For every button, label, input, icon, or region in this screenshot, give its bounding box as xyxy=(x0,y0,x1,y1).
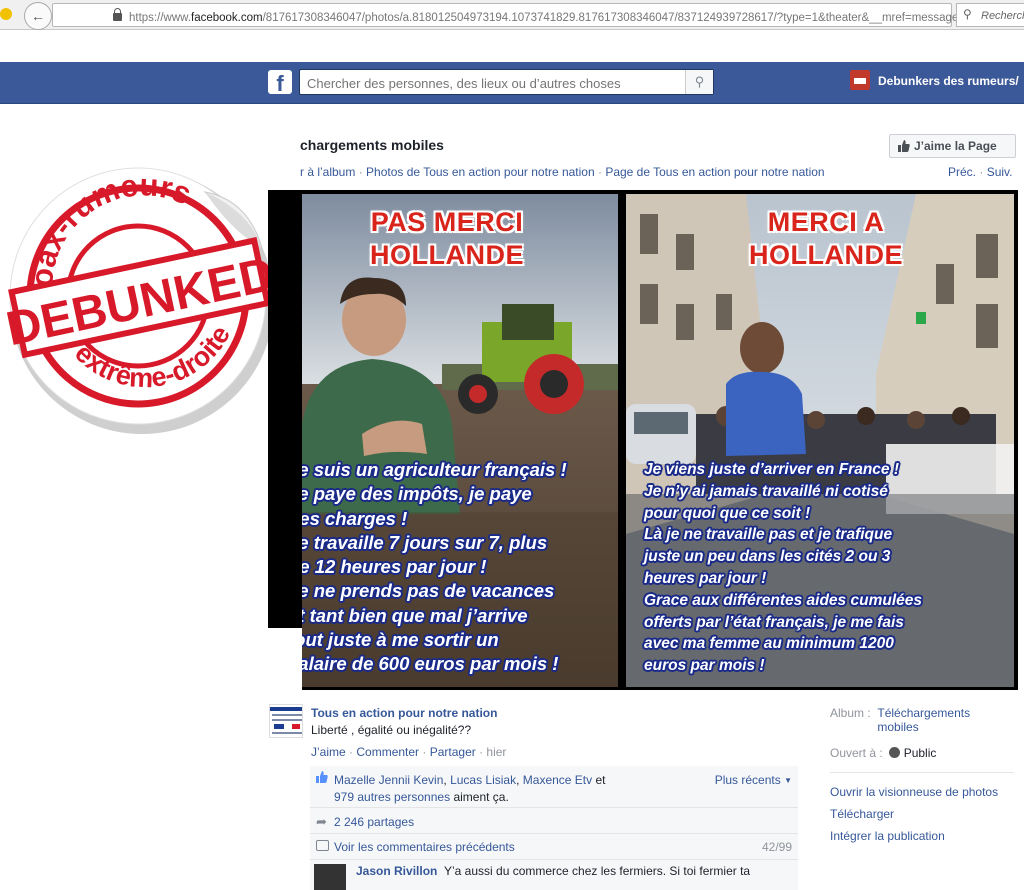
audience-selector[interactable]: Public xyxy=(904,746,937,760)
like-page-button[interactable]: J’aime la Page xyxy=(889,134,1016,158)
post-avatar[interactable] xyxy=(269,704,303,738)
address-bar[interactable]: https://www.facebook.com/817617308346047… xyxy=(52,3,997,27)
liker-link[interactable]: Maxence Etv xyxy=(523,773,592,787)
other-likers-link[interactable]: 979 autres personnes xyxy=(334,790,450,804)
right-meme-title: MERCI A HOLLANDE xyxy=(748,206,903,271)
previous-comments-row[interactable]: Voir les commentaires précédents 42/99 xyxy=(310,834,798,860)
album-row: Album : Téléchargements mobiles xyxy=(830,706,987,734)
post-author-link[interactable]: Tous en action pour notre nation xyxy=(311,706,497,720)
left-meme-text: Je suis un agriculteur français ! Je pay… xyxy=(302,459,567,675)
album-breadcrumb: r à l’album · Photos de Tous en action p… xyxy=(300,165,825,179)
shares-row[interactable]: ➦ 2 246 partages xyxy=(310,808,798,834)
debunked-sticker: Hoax-rumeurs d’extrême-droite DEBUNKED xyxy=(2,167,279,434)
post-actions: J’aime · Commenter · Partager · hier xyxy=(311,745,507,759)
photo-pager: Préc. · Suiv. xyxy=(948,165,1013,179)
feedback-box: Mazelle Jennii Kevin, Lucas Lisiak, Maxe… xyxy=(310,766,798,890)
page-logo-icon xyxy=(270,707,302,734)
embed-post-link[interactable]: Intégrer la publication xyxy=(830,829,945,843)
page-link[interactable]: Page de Tous en action pour notre nation xyxy=(605,165,824,179)
post-text: Liberté , égalité ou inégalité?? xyxy=(311,723,472,737)
facebook-search-input[interactable] xyxy=(307,76,687,91)
post-timestamp[interactable]: hier xyxy=(486,745,506,759)
browser-search-box[interactable]: ⚲ Recherch xyxy=(956,3,1024,27)
likes-summary: Mazelle Jennii Kevin, Lucas Lisiak, Maxe… xyxy=(334,773,606,804)
left-meme-title: PAS MERCI HOLLANDE xyxy=(369,206,524,271)
like-icon xyxy=(316,771,328,783)
photo-viewer[interactable]: PAS MERCI HOLLANDE Je suis un agriculteu… xyxy=(268,190,1018,690)
download-link[interactable]: Télécharger xyxy=(830,807,894,821)
search-button[interactable]: ⚲ xyxy=(685,70,713,94)
right-meme-text: Je viens juste d’arriver en France ! Je … xyxy=(644,461,922,675)
commenter-avatar[interactable] xyxy=(314,864,346,890)
thumbs-up-icon xyxy=(898,140,910,152)
lock-icon xyxy=(113,8,122,21)
next-photo-link[interactable]: Suiv. xyxy=(987,165,1013,179)
share-link[interactable]: Partager xyxy=(430,745,476,759)
back-button[interactable]: ← xyxy=(24,2,52,30)
comment-icon xyxy=(316,840,329,851)
sidebar-divider xyxy=(830,772,1014,773)
tab-favicon-icon xyxy=(0,8,12,20)
like-link[interactable]: J’aime xyxy=(311,745,346,759)
back-to-album-link[interactable]: r à l’album xyxy=(300,165,355,179)
open-photo-viewer-link[interactable]: Ouvrir la visionneuse de photos xyxy=(830,785,998,799)
comment-text: Y’a aussi du commerce chez les fermiers.… xyxy=(444,864,751,878)
album-link[interactable]: Téléchargements mobiles xyxy=(877,706,987,734)
browser-toolbar: ← https://www.facebook.com/8176173083460… xyxy=(0,0,1024,30)
view-previous-comments-link[interactable]: Voir les commentaires précédents xyxy=(334,840,515,854)
share-icon: ➦ xyxy=(316,814,327,829)
facebook-logo-icon[interactable]: f xyxy=(268,70,292,94)
photo-left-panel: PAS MERCI HOLLANDE Je suis un agriculteu… xyxy=(302,194,618,687)
like-page-label: J’aime la Page xyxy=(914,139,997,153)
search-icon: ⚲ xyxy=(963,7,972,21)
prev-photo-link[interactable]: Préc. xyxy=(948,165,976,179)
comment-count: 42/99 xyxy=(761,840,792,854)
page-avatar[interactable] xyxy=(850,70,870,90)
shares-count-link[interactable]: 2 246 partages xyxy=(334,815,414,829)
facebook-search[interactable]: ⚲ xyxy=(299,69,714,95)
photo-white-block xyxy=(268,628,302,690)
comment-item: Jason Rivillon Y’a aussi du commerce che… xyxy=(310,860,798,890)
globe-icon xyxy=(888,747,900,758)
album-title: chargements mobiles xyxy=(300,137,444,153)
likes-row: Mazelle Jennii Kevin, Lucas Lisiak, Maxe… xyxy=(310,766,798,808)
audience-row: Ouvert à : Public xyxy=(830,746,937,760)
comment-link[interactable]: Commenter xyxy=(356,745,419,759)
liker-link[interactable]: Mazelle Jennii Kevin xyxy=(334,773,443,787)
commenter-name-link[interactable]: Jason Rivillon xyxy=(356,864,437,878)
photos-link[interactable]: Photos de Tous en action pour notre nati… xyxy=(366,165,595,179)
browser-search-placeholder: Recherch xyxy=(981,10,1024,22)
page-name-link[interactable]: Debunkers des rumeurs/ xyxy=(878,74,1019,88)
facebook-header: f ⚲ Debunkers des rumeurs/ xyxy=(0,62,1024,104)
liker-link[interactable]: Lucas Lisiak xyxy=(450,773,516,787)
url-text: https://www.facebook.com/817617308346047… xyxy=(129,12,959,24)
chevron-down-icon: ▼ xyxy=(784,776,792,785)
sort-comments-dropdown[interactable]: Plus récents ▼ xyxy=(715,773,792,787)
photo-right-panel: MERCI A HOLLANDE Je viens juste d’arrive… xyxy=(626,194,1014,687)
